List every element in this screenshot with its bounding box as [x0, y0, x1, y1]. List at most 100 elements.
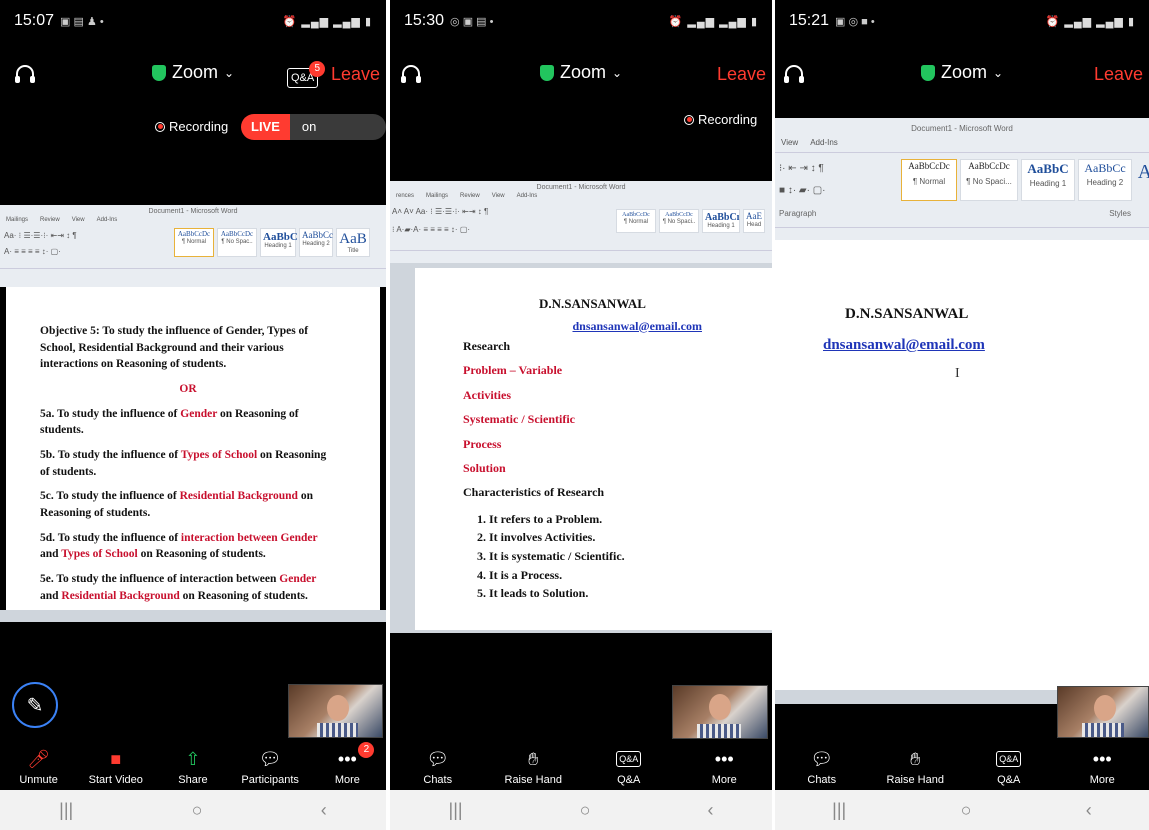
mic-off-icon: 🎤︎ — [27, 748, 51, 769]
qa-button[interactable]: Q&A Q&A — [594, 748, 664, 786]
qa-icon: Q&A — [996, 748, 1022, 770]
list-item: 4. It is a Process. — [477, 567, 563, 582]
home-icon[interactable]: ○ — [580, 800, 591, 821]
styles-gallery[interactable]: AaBbCcDc ¶ Normal AaBbCcDc ¶ No Spac.. AaB… — [174, 228, 370, 258]
red-line: Solution — [463, 460, 506, 475]
format-tools: ⁝ A·▰·A· ≡ ≡ ≡ ≡ ↕· ▢· — [392, 225, 471, 234]
qa-icon: Q&A — [616, 748, 642, 770]
tab-view[interactable]: View — [781, 138, 798, 147]
recent-apps-icon[interactable]: ||| — [832, 800, 846, 821]
signal-icons: ⏰ ▂▄▆ ▂▄▆ ▮ — [282, 15, 372, 28]
back-icon[interactable]: ‹ — [707, 800, 713, 821]
style-title[interactable]: A — [1135, 159, 1149, 201]
chat-icon: 💬︎ — [426, 748, 450, 769]
avatar — [327, 695, 349, 721]
style-heading-1[interactable]: AaBbC Heading 1 — [1021, 159, 1075, 201]
qa-button[interactable]: Q&A Q&A — [974, 748, 1044, 786]
zoom-menu[interactable]: Zoom ⌄ — [775, 62, 1149, 83]
zoom-label: Zoom — [171, 62, 218, 82]
video-thumbnail[interactable] — [288, 684, 383, 738]
video-thumbnail[interactable] — [1057, 686, 1149, 738]
chats-button[interactable]: 💬︎ Chats — [403, 748, 473, 787]
meeting-top-bar: Zoom ⌄ Q&A 5 Leave — [0, 56, 386, 96]
more-button[interactable]: ••• More — [1067, 748, 1137, 787]
style-heading-2[interactable]: AaBbCc Heading 2 — [1078, 159, 1132, 201]
ribbon-toolbar: ⁝· ⇤ ⇥ ↕ ¶ ■ ↕· ▰· ▢· Paragraph Styles A… — [775, 152, 1149, 228]
back-icon[interactable]: ‹ — [1086, 800, 1092, 821]
more-button[interactable]: ••• More 2 — [312, 742, 382, 786]
zoom-label: Zoom — [940, 62, 987, 82]
live-on-facebook-badge[interactable]: LIVEon Facebook — [241, 114, 386, 140]
recent-apps-icon[interactable]: ||| — [59, 800, 73, 821]
list-item: 1. It refers to a Problem. — [477, 511, 603, 526]
raise-hand-button[interactable]: ✋︎ Raise Hand — [880, 748, 950, 787]
research-heading: Research — [463, 338, 511, 353]
meeting-top-bar: Zoom ⌄ Leave — [390, 56, 772, 96]
paragraph-tools: Aa· ⁝ ☰·☰·⁝· ⇤⇥ ↕ ¶ — [4, 231, 77, 240]
home-icon[interactable]: ○ — [192, 800, 203, 821]
chats-button[interactable]: 💬︎ Chats — [787, 748, 857, 787]
unmute-button[interactable]: 🎤︎ Unmute — [4, 748, 74, 787]
styles-gallery[interactable]: AaBbCcDc ¶ Normal AaBbCcDc ¶ No Spaci... A… — [901, 159, 1149, 201]
leave-button[interactable]: Leave — [1094, 64, 1143, 85]
red-line: Problem – Variable — [463, 363, 563, 378]
document-scroll-area[interactable] — [0, 610, 386, 622]
email-link[interactable]: dnsansanwal@email.com — [572, 319, 702, 333]
zoom-panel-2: 15:30 ◎ ▣ ▤ • ⏰ ▂▄▆ ▂▄▆ ▮ Zoom ⌄ Leave Rec… — [390, 0, 772, 830]
document-page[interactable]: Objective 5: To study the influence of G… — [6, 287, 380, 610]
recording-indicator: Recording — [684, 112, 757, 127]
recent-apps-icon[interactable]: ||| — [449, 800, 463, 821]
ribbon-toolbar: A˄ A˅ Aa· ⁝ ☰·☰·⁝· ⇤⇥ ↕ ¶ ⁝ A·▰·A· ≡ ≡ ≡… — [390, 201, 772, 251]
zoom-menu[interactable]: Zoom ⌄ — [0, 62, 386, 83]
chats-label: Chats — [423, 774, 453, 786]
status-bar: 15:21 ▣ ◎ ■ • ⏰ ▂▄▆ ▂▄▆ ▮ — [775, 0, 1149, 42]
record-icon — [684, 114, 694, 125]
recording-label: Recording — [169, 119, 229, 134]
more-button[interactable]: ••• More — [689, 748, 759, 787]
video-thumbnail[interactable] — [672, 685, 768, 739]
status-time: 15:30 — [404, 12, 445, 29]
more-label: More — [334, 774, 360, 786]
characteristics-heading: Characteristics of Research — [463, 485, 605, 500]
back-icon[interactable]: ‹ — [321, 800, 327, 821]
android-nav-bar: ||| ○ ‹ — [390, 790, 772, 830]
tab-add-ins[interactable]: Add-Ins — [810, 138, 838, 147]
meeting-controls: 🎤︎ Unmute ■ Start Video ⇧ Share 💬︎ Participa… — [0, 740, 386, 790]
styles-gallery[interactable]: AaBbCcDc ¶ Normal AaBbCcDc ¶ No Spaci.. Aa… — [616, 209, 765, 233]
raise-hand-button[interactable]: ✋︎ Raise Hand — [498, 748, 568, 787]
email-link[interactable]: dnsansanwal@email.com — [823, 337, 985, 353]
start-video-button[interactable]: ■ Start Video — [81, 748, 151, 787]
style-normal[interactable]: AaBbCcDc ¶ Normal — [901, 159, 957, 201]
record-icon — [155, 121, 165, 132]
qa-button[interactable]: Q&A 5 — [287, 61, 326, 88]
leave-button[interactable]: Leave — [331, 64, 380, 85]
ribbon-tabs: rences Mailings Review View Add-Ins — [396, 193, 538, 199]
list-item: 5a. To study the influence of Gender on … — [40, 407, 299, 437]
avatar — [1094, 695, 1116, 721]
home-icon[interactable]: ○ — [961, 800, 972, 821]
chevron-down-icon: ⌄ — [223, 65, 235, 80]
participants-button[interactable]: 💬︎ Participants — [235, 748, 305, 787]
document-page[interactable]: D.N.SANSANWAL dnsansanwal@email.com Rese… — [415, 268, 772, 630]
more-icon: ••• — [714, 748, 734, 769]
avatar — [709, 694, 731, 720]
share-button[interactable]: ⇧ Share — [158, 748, 228, 787]
chat-icon: 💬︎ — [810, 748, 834, 769]
ribbon-tabs: View Add-Ins — [775, 133, 1149, 152]
qa-label: Q&A — [997, 774, 1021, 786]
pencil-icon[interactable]: ✎ — [12, 682, 58, 728]
format-tools: ■ ↕· ▰· ▢· — [779, 185, 826, 196]
zoom-menu[interactable]: Zoom ⌄ — [390, 62, 772, 83]
leave-button[interactable]: Leave — [717, 64, 766, 85]
style-no-spacing[interactable]: AaBbCcDc ¶ No Spaci... — [960, 159, 1018, 201]
more-icon: ••• — [1092, 748, 1112, 769]
share-icon: ⇧ — [185, 748, 201, 769]
recording-indicator: Recording — [155, 119, 228, 134]
more-badge: 2 — [358, 742, 375, 758]
characteristics-list: 1. It refers to a Problem. 2. It involve… — [477, 510, 772, 603]
more-label: More — [711, 774, 737, 786]
red-line: Systematic / Scientific — [463, 412, 575, 427]
ribbon-toolbar: Aa· ⁝ ☰·☰·⁝· ⇤⇥ ↕ ¶ A· ≡ ≡ ≡ ≡ ↕· ▢· AaB… — [0, 225, 386, 269]
document-page[interactable]: D.N.SANSANWAL dnsansanwal@email.com I — [775, 240, 1149, 690]
meeting-top-bar: Zoom ⌄ Leave — [775, 56, 1149, 96]
